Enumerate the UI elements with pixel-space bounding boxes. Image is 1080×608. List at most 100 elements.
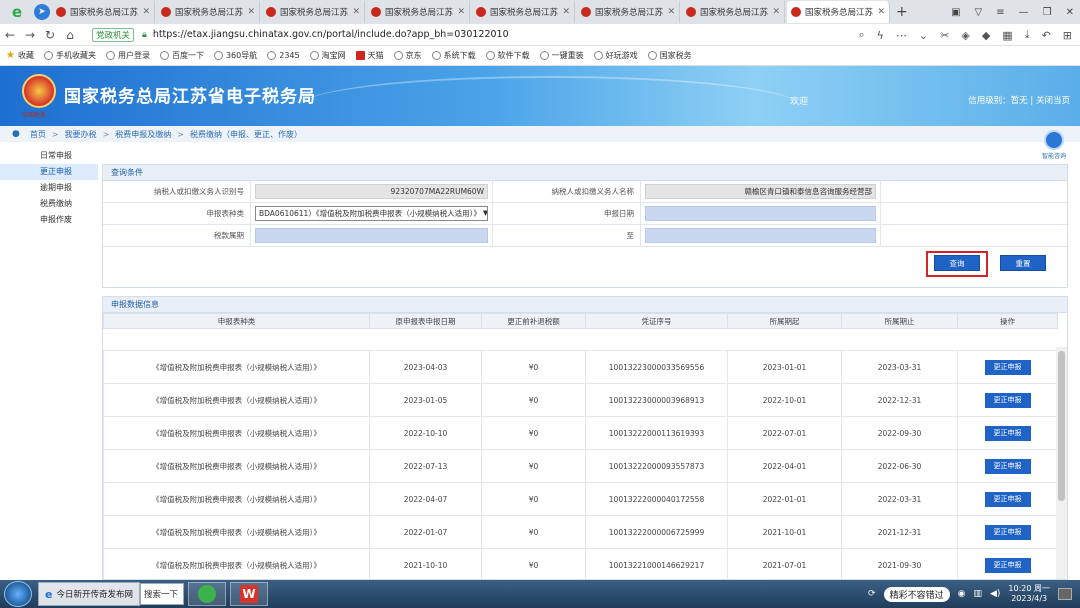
correction-button[interactable]: 更正申报 [984, 524, 1031, 540]
location-pin-icon: ● [12, 129, 20, 139]
table-row: 《增值税及附加税费申报表（小规模纳税人适用）》 2022-10-10 ¥0 10… [103, 416, 1058, 450]
correction-button[interactable]: 更正申报 [984, 458, 1031, 474]
volume-icon[interactable]: ◀) [990, 589, 1000, 599]
back-icon[interactable]: ← [0, 28, 20, 42]
close-icon[interactable]: ✕ [562, 7, 570, 17]
shield-icon[interactable]: ▽ [975, 7, 983, 18]
download-icon[interactable]: ⤓ [1025, 28, 1030, 42]
taskbar-browser-app[interactable] [187, 582, 226, 606]
bookmark-item[interactable]: 天猫 [355, 50, 384, 61]
bookmark-item[interactable]: 手机收藏夹 [43, 50, 96, 61]
tax-period-start-input[interactable] [255, 228, 488, 243]
chevron-down-icon[interactable]: ⌄ [919, 29, 928, 42]
bookmark-item[interactable]: 系统下载 [431, 50, 476, 61]
close-icon[interactable]: ✕ [457, 7, 465, 17]
bookmark-item[interactable]: 百度一下 [159, 50, 204, 61]
breadcrumb-item[interactable]: 税费申报及缴纳 [115, 129, 171, 140]
correction-button[interactable]: 更正申报 [984, 491, 1031, 507]
column-header: 更正前补退税额 [481, 313, 586, 329]
tax-favicon-icon [371, 7, 381, 17]
bookmark-item[interactable]: 京东 [393, 50, 422, 61]
bookmark-item[interactable]: 360导航 [213, 50, 257, 61]
correction-button[interactable]: 更正申报 [984, 425, 1031, 441]
correction-button[interactable]: 更正申报 [984, 557, 1031, 573]
sidebar-item-daily-report[interactable]: 日常申报 [0, 148, 98, 164]
close-icon[interactable]: ✕ [142, 7, 150, 17]
taskbar-search-box[interactable]: 搜索一下 [139, 583, 184, 605]
browser-tab[interactable]: 国家税务总局江苏 ✕ [52, 1, 155, 23]
maximize-icon[interactable]: ❐ [1043, 7, 1052, 18]
tax-period-end-input[interactable] [645, 228, 876, 243]
browser-tab[interactable]: 国家税务总局江苏 ✕ [367, 1, 470, 23]
correction-button[interactable]: 更正申报 [984, 392, 1031, 408]
bookmark-item[interactable]: 用户登录 [105, 50, 150, 61]
bookmark-item[interactable]: 一键重装 [539, 50, 584, 61]
close-icon[interactable]: ✕ [247, 7, 255, 17]
bookmark-item[interactable]: 软件下载 [485, 50, 530, 61]
start-button[interactable] [4, 581, 32, 607]
browser-tab[interactable]: 国家税务总局江苏 ✕ [262, 1, 365, 23]
correction-button[interactable]: 更正申报 [984, 359, 1031, 375]
globe-icon [213, 51, 223, 60]
sidebar-item-correction-report[interactable]: 更正申报 [0, 164, 98, 180]
undo-icon[interactable]: ↶ [1042, 29, 1051, 42]
scissors-icon[interactable]: ✂ [940, 29, 949, 42]
breadcrumb-home[interactable]: 首页 [30, 129, 46, 140]
notification-icon[interactable] [1058, 588, 1072, 600]
tax-period-label: 税款属期 [103, 225, 251, 247]
query-actions: 查询 重置 [103, 247, 1067, 287]
emblem-caption: 中国税务 [22, 112, 47, 119]
lightning-icon[interactable]: ϟ [877, 29, 884, 42]
bookmark-item[interactable]: 淘宝网 [309, 50, 346, 61]
sidebar-item-void-report[interactable]: 申报作废 [0, 212, 98, 228]
browser-tab[interactable]: 国家税务总局江苏 ✕ [577, 1, 680, 23]
reset-button[interactable]: 重置 [1000, 255, 1046, 271]
results-scrollbar[interactable] [1056, 347, 1067, 579]
close-icon[interactable]: ✕ [877, 7, 885, 17]
report-type-select[interactable]: BDA0610611）《增值税及附加税费申报表（小规模纳税人适用）》 ▼ [255, 206, 488, 221]
bookmark-item[interactable]: 国家税务 [647, 50, 692, 61]
search-button[interactable]: 查询 [934, 255, 980, 271]
tray-message[interactable]: 精彩不容错过 [883, 586, 950, 602]
sidebar-item-tax-payment[interactable]: 税费缴纳 [0, 196, 98, 212]
browser-tab[interactable]: 国家税务总局江苏 ✕ [157, 1, 260, 23]
more-icon[interactable]: ⋯ [896, 29, 907, 42]
close-window-icon[interactable]: ✕ [1066, 7, 1074, 18]
query-panel: 查询条件 纳税人或扣缴义务人识别号 92320707MA22RUM60W 纳税人… [102, 164, 1069, 288]
clock[interactable]: 10:20 周一 2023/4/3 [1008, 584, 1050, 604]
taskbar-news-item[interactable]: e 今日新开传奇发布网 [38, 582, 140, 606]
close-icon[interactable]: ✕ [352, 7, 360, 17]
apps-icon[interactable]: ▦ [1002, 29, 1012, 42]
smart-consult-button[interactable]: 智能咨询 [1042, 130, 1066, 160]
menu-icon[interactable]: ≡ [996, 7, 1004, 18]
home-icon[interactable]: ⌂ [60, 28, 80, 42]
url-input[interactable]: https://etax.jiangsu.chinatax.gov.cn/por… [153, 29, 509, 40]
bookmark-item[interactable]: ★ 收藏 [6, 50, 34, 61]
sync-icon[interactable]: ⟳ [868, 589, 876, 599]
browser-tab[interactable]: 国家税务总局江苏 ✕ [472, 1, 575, 23]
bookmark-item[interactable]: 好玩游戏 [593, 50, 638, 61]
extension-icon[interactable]: ◈ [961, 29, 969, 42]
breadcrumb-item[interactable]: 我要办税 [65, 129, 97, 140]
sidebar-item-overdue-report[interactable]: 逾期申报 [0, 180, 98, 196]
close-icon[interactable]: ✕ [772, 7, 780, 17]
scrollbar-thumb[interactable] [1058, 351, 1065, 501]
forward-icon[interactable]: → [20, 28, 40, 42]
qq-icon[interactable]: ◉ [958, 589, 966, 599]
report-date-input[interactable] [645, 206, 876, 221]
refresh-icon[interactable]: ↻ [40, 28, 60, 42]
new-tab-icon[interactable]: + [896, 4, 908, 20]
network-icon[interactable]: ▥ [973, 589, 982, 599]
grid-icon[interactable]: ⊞ [1063, 29, 1072, 42]
close-icon[interactable]: ✕ [667, 7, 675, 17]
skin-icon[interactable]: ▣ [951, 7, 960, 18]
game-icon[interactable]: ◆ [982, 29, 990, 42]
minimize-icon[interactable]: — [1019, 7, 1029, 18]
header-links[interactable]: 信用级别：暂无 | 关闭当页 [968, 94, 1070, 106]
bookmark-item[interactable]: 2345 [267, 51, 300, 60]
browser-tab-active[interactable]: 国家税务总局江苏 ✕ [787, 1, 890, 23]
taskbar-wps-app[interactable]: W [229, 582, 268, 606]
navigator-icon[interactable]: ➤ [34, 4, 50, 20]
browser-tab[interactable]: 国家税务总局江苏 ✕ [682, 1, 785, 23]
search-icon[interactable]: ⌕ [858, 28, 864, 42]
